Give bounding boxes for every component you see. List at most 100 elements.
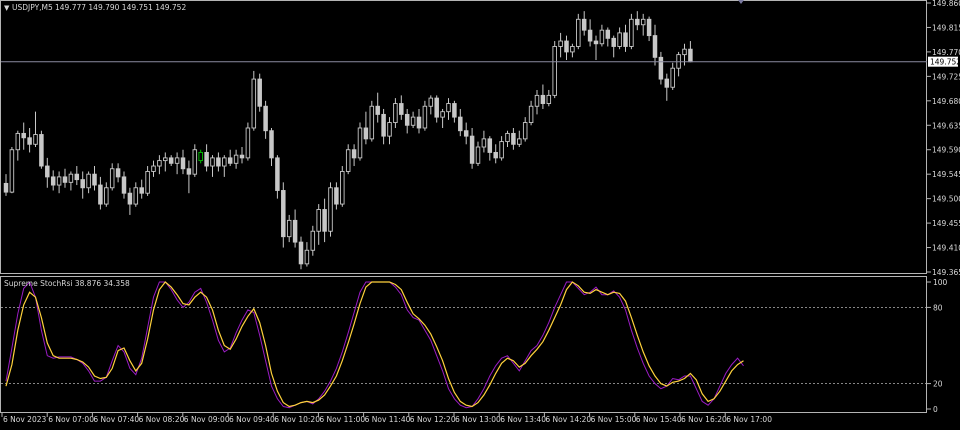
chart-canvas[interactable]: 149.860 149.815 149.770 149.725 149.680 149.6… [0, 0, 960, 426]
candle-body-bull [499, 141, 504, 159]
time-tick-label: 6 Nov 07:00 [48, 415, 94, 424]
candle-body-bear [45, 165, 50, 178]
candle-body-bear [658, 56, 664, 80]
candle-body-bull [157, 160, 162, 167]
candle-body-bull [109, 168, 115, 189]
candle-body-bear [593, 40, 599, 45]
candle [257, 73, 262, 112]
candle-body-bear [92, 173, 97, 186]
time-tick-label: 6 Nov 15:40 [636, 415, 682, 424]
candle-body-bear [646, 18, 652, 37]
price-tick-label: 149.680 [932, 97, 960, 106]
candle-body-bear [39, 134, 44, 167]
candle-body-bull [670, 67, 675, 88]
candle-body-bear [605, 29, 611, 39]
candle-body-bull [145, 171, 150, 194]
chart-background [0, 0, 960, 426]
candle-body-bear [216, 157, 221, 167]
candle-body-bear [168, 157, 174, 164]
candle-body-bull [68, 173, 74, 183]
candle-body-bear [298, 241, 304, 265]
candle [357, 122, 363, 161]
candle-body-bear [322, 209, 327, 232]
price-tick-label: 149.860 [932, 0, 960, 8]
time-tick-label: 6 Nov 09:00 [184, 415, 230, 424]
time-tick-label: 6 Nov 14:20 [545, 415, 591, 424]
trading-chart[interactable]: 149.860 149.815 149.770 149.725 149.680 149.6… [0, 0, 960, 426]
candle-body-bull [517, 138, 522, 145]
indicator-tick-label: 20 [933, 380, 943, 389]
candle-body-bear [635, 18, 640, 26]
collapse-arrow-icon[interactable]: ▼ [4, 4, 10, 12]
candle-body-bull [198, 151, 203, 162]
candle-body-bull [340, 171, 345, 205]
candle-body-bull [682, 48, 687, 56]
candle-body-bear [80, 179, 85, 189]
candle-body-bull [446, 103, 451, 113]
candle-body-bear [469, 135, 475, 164]
candle-body-bull [15, 132, 21, 151]
candle-body-bull [534, 94, 540, 107]
candle-body-bear [493, 151, 498, 159]
candle-body-bear [334, 187, 339, 205]
price-tick-label: 149.500 [932, 195, 960, 204]
candle-body-bear [27, 137, 32, 145]
candle-body-bear [3, 182, 9, 193]
candle-body-bear [281, 190, 286, 238]
price-tick-label: 149.410 [932, 244, 960, 253]
candle-body-bear [416, 116, 422, 129]
indicator-tick-label: 100 [933, 278, 948, 287]
candle-body-bull [192, 149, 198, 175]
candle-body-bull [151, 165, 156, 172]
candle-body-bear [204, 151, 209, 167]
candle-body-bear [487, 138, 493, 153]
time-tick-label: 6 Nov 11:40 [365, 415, 411, 424]
candle-body-bear [351, 149, 357, 159]
candle-body-bear [21, 132, 26, 139]
candle-body-bear [404, 113, 410, 126]
price-tick-label: 149.545 [932, 170, 960, 179]
candle-body-bull [393, 103, 398, 124]
candle-body-bear [581, 18, 587, 31]
candle [9, 147, 15, 194]
candle-body-bull [104, 187, 109, 205]
candle-body-bull [475, 146, 481, 164]
candle-body-bull [9, 149, 15, 193]
time-tick-label: 6 Nov 13:40 [500, 415, 546, 424]
candle-body-bear [623, 32, 628, 47]
candle-body-bear [50, 176, 56, 186]
candle-body-bear [239, 154, 245, 159]
candle-body-bull [410, 116, 416, 126]
candle-body-bear [121, 176, 127, 194]
candle-body-bull [328, 187, 333, 232]
candle-body-bull [133, 187, 139, 205]
candle-body-bull [387, 122, 392, 137]
indicator-label: Supreme StochRsi 38.876 34.358 [4, 279, 130, 288]
candle [328, 182, 333, 237]
candle-body-bear [139, 187, 144, 194]
time-tick-label: 6 Nov 2023 [3, 415, 46, 424]
candle-body-bull [599, 29, 605, 45]
candle-body-bull [422, 105, 428, 129]
candle-body-bull [546, 94, 552, 104]
price-tick-label: 149.455 [932, 219, 960, 228]
candle-body-bull [210, 157, 215, 167]
candle-body-bear [292, 219, 298, 243]
candle-body-bull [481, 138, 487, 148]
price-tick-label: 149.365 [932, 268, 960, 277]
candle-body-bull [440, 111, 445, 118]
candle-body-bull [505, 132, 510, 143]
time-tick-label: 6 Nov 10:20 [274, 415, 320, 424]
candle-body-bear [540, 94, 546, 104]
candle-body-bear [115, 168, 121, 178]
candle-body-bull [245, 127, 251, 159]
candle-body-bull [56, 176, 62, 186]
candle-body-bear [511, 132, 516, 145]
candle [340, 166, 345, 207]
time-tick-label: 6 Nov 07:40 [93, 415, 139, 424]
candle-body-bear [564, 40, 569, 53]
candle-body-bear [227, 157, 233, 164]
candle-body-bull [369, 105, 375, 140]
candle-body-bull [33, 134, 38, 145]
time-tick-label: 6 Nov 17:00 [726, 415, 772, 424]
